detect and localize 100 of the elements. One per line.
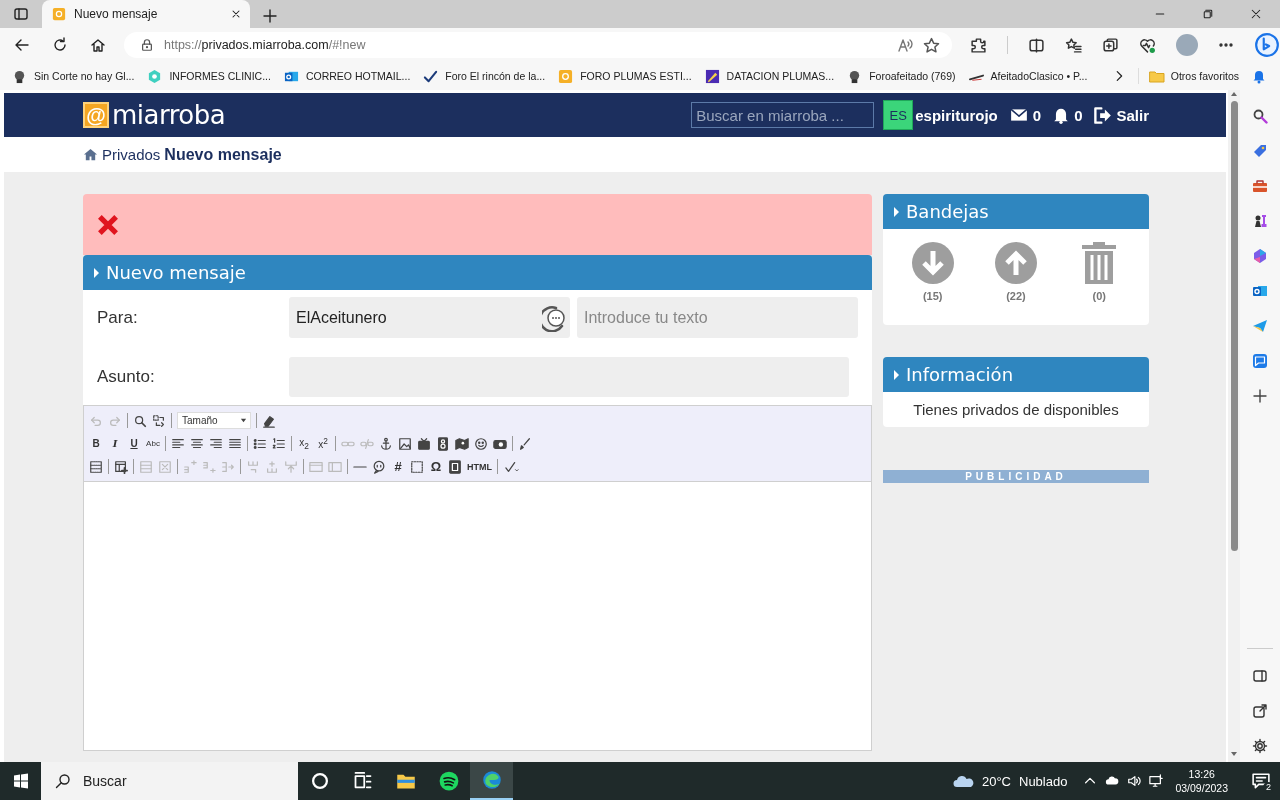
dotted-grid-icon[interactable] [89,459,103,474]
logout-link[interactable]: Salir [1116,106,1149,124]
home-icon[interactable] [90,37,106,53]
read-aloud-icon[interactable] [897,37,913,53]
clock-time[interactable]: 13:26 [1188,767,1215,781]
italic-button[interactable]: I [108,438,122,449]
collections-icon[interactable] [1102,36,1119,54]
page-icon[interactable] [448,459,462,474]
mail-app-icon[interactable] [1252,283,1268,299]
justify-icon[interactable] [228,436,242,451]
toolbox-icon[interactable] [1252,178,1268,194]
chat-app-icon[interactable] [1252,353,1268,369]
network-icon[interactable] [1149,774,1164,788]
smiley-icon[interactable] [474,436,488,451]
envelope-icon[interactable] [1008,106,1029,124]
recipient-field[interactable]: ElAceitunero [289,297,570,338]
favorite-star-icon[interactable] [923,36,940,54]
underline-button[interactable]: U [127,438,141,449]
align-left-icon[interactable] [171,436,185,451]
close-icon[interactable] [1250,8,1262,20]
tv-icon[interactable] [417,436,431,451]
user-avatar[interactable]: ES [883,100,914,130]
health-icon[interactable] [1139,36,1156,54]
reload-icon[interactable] [52,37,68,53]
back-icon[interactable] [14,37,30,53]
external-link-icon[interactable] [1252,703,1268,719]
side-panel-icon[interactable] [1252,668,1268,684]
bold-button[interactable]: B [89,438,103,449]
add-icon[interactable] [1252,388,1268,404]
eraser-icon[interactable] [262,413,276,428]
tag-icon[interactable] [1252,143,1268,159]
search-icon[interactable] [133,413,147,428]
image-icon[interactable] [398,436,412,451]
hash-button[interactable]: # [391,459,405,474]
volume-icon[interactable] [1127,774,1142,788]
table-insert-icon[interactable] [114,459,128,474]
address-field[interactable]: https://privados.miarroba.com/#!new [124,32,952,58]
lock-icon[interactable] [140,38,154,52]
taskbar-search[interactable]: Buscar [41,762,298,800]
windows-start-icon[interactable] [13,773,29,789]
favicon-icon [52,7,66,21]
subscript-button[interactable]: x$_{2}$ [297,436,311,451]
html-button[interactable]: HTML [467,461,492,472]
arrow-down-icon[interactable] [911,242,954,284]
sidebar-toggle-icon[interactable] [13,6,29,22]
arrow-up-icon[interactable] [995,242,1037,284]
taskbar-button[interactable] [470,762,513,800]
search-icon[interactable] [1252,108,1268,124]
clock-date[interactable]: 03/09/2023 [1175,781,1228,795]
numbered-list-icon[interactable] [272,436,286,451]
replace-icon[interactable] [152,413,166,428]
font-size-select[interactable]: Tamaño [177,412,251,429]
favorites-icon[interactable] [1065,36,1082,54]
superscript-button[interactable]: x$^{2}$ [316,436,330,451]
extensions-icon[interactable] [970,36,987,54]
notification-center-icon[interactable] [1252,772,1270,790]
brush-icon[interactable] [518,436,532,451]
close-icon[interactable] [230,8,242,20]
map-icon[interactable] [455,436,469,451]
speech-bubble-icon[interactable] [372,459,386,474]
align-center-icon[interactable] [190,436,204,451]
special-character-button[interactable]: Ω [429,459,443,474]
bulleted-list-icon[interactable] [253,436,267,451]
chess-icon[interactable] [1252,213,1268,229]
bookmark[interactable]: Foro El rincón de la... [423,68,546,84]
paper-plane-icon[interactable] [1252,318,1268,334]
browser-tab[interactable]: Nuevo mensaje [42,0,250,28]
scrollbar[interactable] [1228,90,1240,762]
bookmark[interactable]: Sin Corte no hay Gl... [12,68,135,84]
split-screen-icon[interactable] [1028,36,1045,54]
logout-icon[interactable] [1093,105,1113,125]
spellcheck-icon[interactable] [503,459,521,474]
align-right-icon[interactable] [209,436,223,451]
bookmark[interactable]: CORREO HOTMAIL... [283,68,411,84]
cloud-icon[interactable] [951,773,974,789]
scroll-down-icon[interactable] [1230,750,1238,758]
scrollbar-thumb[interactable] [1230,101,1238,551]
speaker-icon[interactable] [436,436,450,451]
hexagon-app-icon[interactable] [1252,248,1268,264]
new-tab-icon[interactable] [262,8,278,24]
bookmark-folder[interactable]: Otros favoritos [1137,68,1239,84]
search-field[interactable]: Buscar en miarroba ... [691,102,875,128]
dotted-box-icon[interactable] [410,459,424,474]
bookmark[interactable]: DATACION PLUMAS... [704,68,835,84]
circle-icon [309,771,330,791]
breadcrumb-link[interactable]: Privados [102,146,161,163]
settings-icon[interactable] [1252,738,1268,754]
username[interactable]: espiriturojo [915,106,998,124]
bookmark[interactable]: INFORMES CLINIC... [147,68,271,84]
notifications-icon[interactable] [1251,68,1267,84]
logo[interactable]: miarroba [112,100,226,130]
bookmark[interactable]: Foroafeitado (769) [847,68,956,84]
strikethrough-button[interactable]: Abc [146,439,160,448]
bookmark[interactable]: FORO PLUMAS ESTI... [558,68,692,84]
bookmark[interactable]: AfeitadoClasico • P... [968,68,1088,84]
cloud-icon[interactable] [1105,774,1120,788]
recipient-input[interactable]: Introduce tu texto [577,297,858,338]
restore-icon[interactable] [1202,8,1214,20]
chat-assistant-icon[interactable] [1254,32,1280,58]
anchor-icon[interactable] [379,436,393,451]
